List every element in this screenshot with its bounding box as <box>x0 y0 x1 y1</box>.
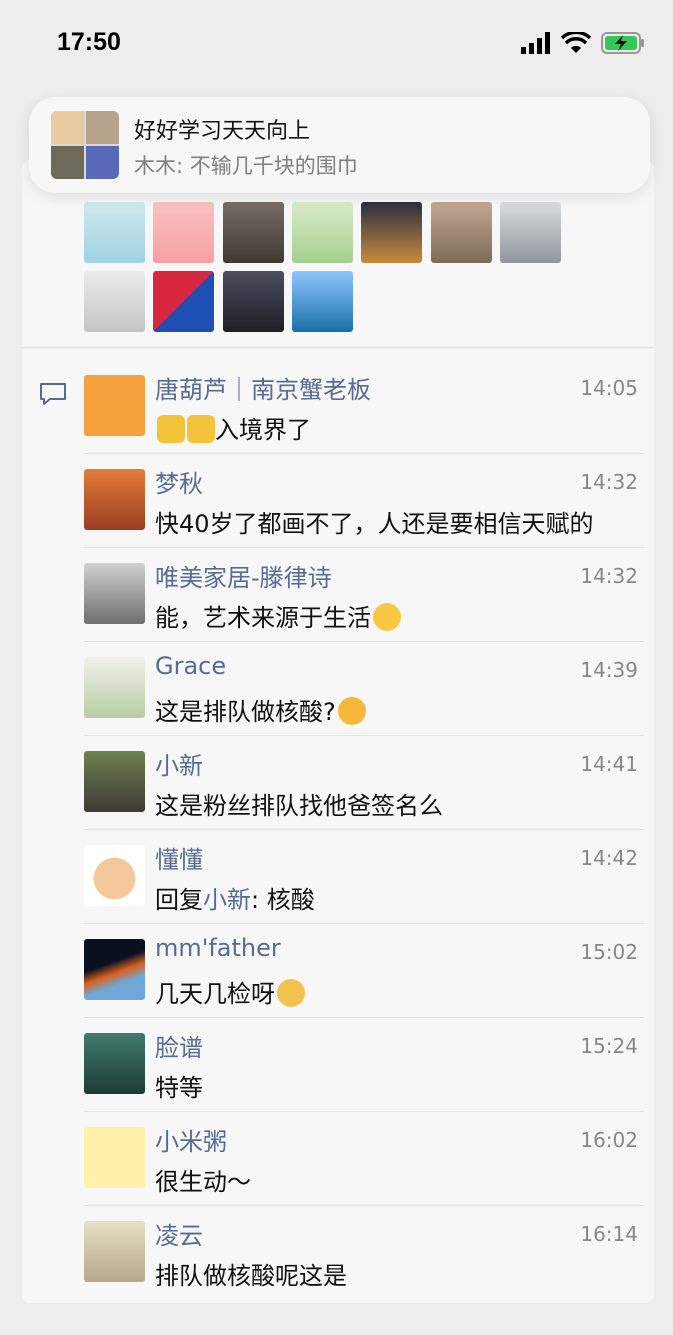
comment-text: 这是排队做核酸? <box>155 692 366 727</box>
like-avatar-10[interactable] <box>223 271 284 332</box>
comment-time: 15:02 <box>580 940 638 964</box>
commenter-name[interactable]: 小新 <box>155 746 203 781</box>
like-avatar-3[interactable] <box>223 202 284 263</box>
like-avatar-11[interactable] <box>292 271 353 332</box>
moments-interaction-card: 唐葫芦｜南京蟹老板 14:05 入境界了 梦秋 14:32 快40岁了都画不了，… <box>22 160 654 1303</box>
group-avatar <box>51 111 119 179</box>
comment-row[interactable]: mm'father 15:02 几天几检呀 <box>84 924 644 1018</box>
comment-text: 很生动～ <box>155 1168 251 1196</box>
comment-time: 14:42 <box>580 846 638 870</box>
reply-mention[interactable]: 小新 <box>203 886 251 914</box>
avatar[interactable] <box>84 563 145 624</box>
comment-text: 回复小新: 核酸 <box>155 886 315 914</box>
group-notification-banner[interactable]: 好好学习天天向上 木木: 不输几千块的围巾 <box>29 97 650 193</box>
avatar[interactable] <box>84 845 145 906</box>
notification-title: 好好学习天天向上 <box>134 119 311 144</box>
comment-row[interactable]: 小新 14:41 这是粉丝排队找他爸签名么 <box>84 736 644 830</box>
comment-text: 特等 <box>155 1074 203 1102</box>
avatar[interactable] <box>84 1127 145 1188</box>
comment-text: 几天几检呀 <box>155 974 305 1009</box>
comment-row[interactable]: 懂懂 14:42 回复小新: 核酸 <box>84 830 644 924</box>
thinking-emoji <box>337 697 366 725</box>
section-divider <box>22 347 654 348</box>
commenter-name[interactable]: mm'father <box>155 934 281 962</box>
comment-time: 14:32 <box>580 564 638 588</box>
comment-row[interactable]: 小米粥 16:02 很生动～ <box>84 1112 644 1206</box>
comment-time: 14:39 <box>580 658 638 682</box>
like-avatar-1[interactable] <box>84 202 145 263</box>
comment-text: 快40岁了都画不了，人还是要相信天赋的 <box>155 510 594 538</box>
like-avatar-6[interactable] <box>431 202 492 263</box>
commenter-name[interactable]: 脸谱 <box>155 1028 203 1063</box>
cat-emoji <box>277 979 305 1007</box>
like-avatar-4[interactable] <box>292 202 353 263</box>
like-avatar-7[interactable] <box>500 202 561 263</box>
comment-time: 16:02 <box>580 1128 638 1152</box>
like-avatar-9[interactable] <box>153 271 214 332</box>
comment-row[interactable]: 凌云 16:14 排队做核酸呢这是 <box>84 1206 638 1300</box>
avatar[interactable] <box>84 1033 145 1094</box>
avatar[interactable] <box>84 469 145 530</box>
comment-time: 16:14 <box>580 1222 638 1246</box>
wifi-icon <box>561 32 591 53</box>
avatar[interactable] <box>84 1221 145 1282</box>
comment-icon <box>40 383 66 405</box>
like-avatar-5[interactable] <box>361 202 422 263</box>
commenter-name[interactable]: 小米粥 <box>155 1122 227 1157</box>
commenter-name[interactable]: Grace <box>155 652 226 680</box>
comment-text: 排队做核酸呢这是 <box>155 1262 347 1290</box>
avatar[interactable] <box>84 939 145 1000</box>
comment-time: 15:24 <box>580 1034 638 1058</box>
comment-row[interactable]: 脸谱 15:24 特等 <box>84 1018 644 1112</box>
commenter-name[interactable]: 唐葫芦｜南京蟹老板 <box>155 370 371 405</box>
like-avatar-2[interactable] <box>153 202 214 263</box>
commenter-name[interactable]: 凌云 <box>155 1216 203 1251</box>
commenter-name[interactable]: 梦秋 <box>155 464 203 499</box>
avatar[interactable] <box>84 657 145 718</box>
commenter-name[interactable]: 懂懂 <box>155 840 203 875</box>
comment-time: 14:32 <box>580 470 638 494</box>
status-bar: 17:50 <box>0 0 673 90</box>
comment-text: 入境界了 <box>155 410 311 445</box>
comment-row[interactable]: 梦秋 14:32 快40岁了都画不了，人还是要相信天赋的 <box>84 454 644 548</box>
signal-icon <box>521 32 550 54</box>
thumbs-up-icon <box>157 415 185 443</box>
avatar[interactable] <box>84 751 145 812</box>
notification-message: 木木: 不输几千块的围巾 <box>134 154 358 178</box>
grin-emoji <box>373 603 401 631</box>
status-icons <box>521 32 645 54</box>
comment-text: 能，艺术来源于生活 <box>155 598 401 633</box>
comment-time: 14:41 <box>580 752 638 776</box>
status-time: 17:50 <box>57 28 121 56</box>
commenter-name[interactable]: 唯美家居-滕律诗 <box>155 558 332 593</box>
comment-row[interactable]: 唯美家居-滕律诗 14:32 能，艺术来源于生活 <box>84 548 644 642</box>
comment-text: 这是粉丝排队找他爸签名么 <box>155 792 443 820</box>
reply-label: 回复 <box>155 886 203 914</box>
battery-charging-icon <box>601 32 644 54</box>
comment-row[interactable]: 唐葫芦｜南京蟹老板 14:05 入境界了 <box>84 360 644 454</box>
comment-row[interactable]: Grace 14:39 这是排队做核酸? <box>84 642 644 736</box>
thumbs-up-icon <box>187 415 215 443</box>
like-avatar-8[interactable] <box>84 271 145 332</box>
comment-time: 14:05 <box>580 376 638 400</box>
avatar[interactable] <box>84 375 145 436</box>
